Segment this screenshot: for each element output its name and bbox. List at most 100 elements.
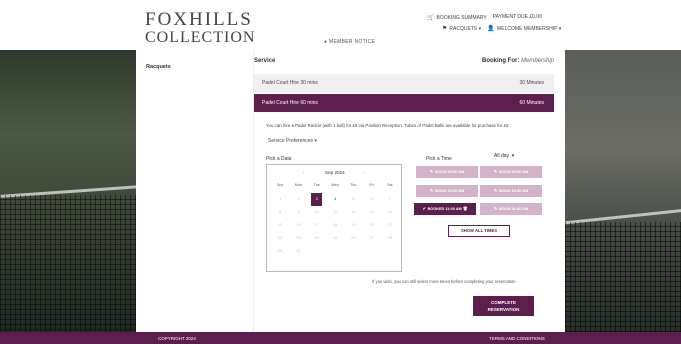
member-notice-link[interactable]: ● MEMBER NOTICE (324, 39, 375, 45)
background-left-image (0, 50, 136, 332)
more-times-hint: If you wish, you can still select more t… (372, 279, 516, 284)
payment-due: PAYMENT DUE £0.00 (492, 14, 542, 20)
day-grid: 1 2 3 4 5 6 7 8 9 10 11 12 13 14 15 16 17 18 19 20 21 22 23 24 2… (271, 193, 399, 258)
calendar-day: 8 (279, 209, 282, 214)
pick-date-label: Pick a Date (266, 156, 292, 162)
weekday-label: Thu (350, 183, 357, 187)
time-slot[interactable]: ✎ BOOK 01:00 PM (480, 203, 542, 215)
sidebar: Racquets (136, 50, 253, 332)
time-filter-value: All day (494, 153, 510, 159)
calendar-day: 28 (387, 235, 393, 240)
caret-down-icon: ▾ (478, 26, 482, 32)
weekday-label: Sat (387, 183, 393, 187)
sidebar-title: Racquets (146, 64, 171, 70)
calendar-day: 22 (277, 235, 283, 240)
foxhills-logo[interactable]: FOXHILLS COLLECTION (145, 10, 255, 46)
service-header: Service Booking For: Membership (254, 56, 554, 70)
calendar-day: 5 (352, 196, 355, 201)
weekday-label: Fri (369, 183, 374, 187)
calendar-day: 29 (277, 248, 283, 253)
service-option-60[interactable]: Padel Court Hire 60 mins 60 Minutes (254, 94, 554, 112)
pencil-icon: ✎ (429, 170, 434, 174)
next-month-button[interactable]: › (363, 170, 365, 175)
user-icon: 👤 (487, 26, 495, 32)
caret-down-icon: ▾ (558, 26, 562, 32)
booking-summary-link[interactable]: 🛒 BOOKING SUMMARY (427, 14, 487, 21)
calendar-day: 16 (296, 222, 301, 227)
show-all-times-button[interactable]: SHOW ALL TIMES (448, 225, 510, 237)
site-footer: COPYRIGHT 2024 TERMS AND CONDITIONS (0, 332, 681, 344)
time-slot[interactable]: ✎ BOOK 09:00 AM (416, 166, 478, 178)
service-duration: 30 Minutes (519, 80, 544, 86)
calendar-day: 25 (332, 235, 338, 240)
racquets-menu[interactable]: ⚑ RACQUETS ▾ (442, 25, 481, 32)
weekday-label: Tue (313, 183, 320, 187)
pencil-icon: ✎ (429, 189, 434, 193)
service-duration: 60 Minutes (519, 100, 544, 106)
calendar-day: 27 (369, 235, 374, 240)
booking-summary-label: BOOKING SUMMARY (436, 15, 487, 21)
check-icon: ✔ (422, 207, 426, 211)
service-heading: Service (254, 58, 276, 64)
calendar-day: 21 (387, 222, 393, 227)
weekday-label: Mon (294, 183, 302, 187)
calendar-day: 26 (351, 235, 356, 240)
slot-label: BOOK 09:00 AM (435, 170, 465, 174)
booking-for: Booking For: Membership (482, 58, 554, 64)
time-filter-select[interactable]: All day ▾ (494, 153, 514, 159)
racquets-label: RACQUETS (449, 26, 478, 32)
calendar-day: 11 (332, 209, 338, 214)
net-mesh (565, 222, 681, 332)
calendar-day: 12 (351, 209, 356, 214)
complete-reservation-button[interactable]: COMPLETE RESERVATION (473, 296, 534, 316)
service-option-30[interactable]: Padel Court Hire 30 mins 30 Minutes (254, 74, 554, 92)
trash-icon[interactable]: 🗑 (463, 207, 468, 211)
calendar-day[interactable]: 3 (311, 193, 323, 206)
calendar-day: 30 (296, 248, 301, 253)
prev-month-button[interactable]: ‹ (303, 170, 305, 175)
time-slot-booked[interactable]: ✔ BOOKED 11:00 AM 🗑 (414, 203, 476, 215)
time-slot[interactable]: ✎ BOOK 09:30 AM (480, 166, 542, 178)
calendar-day: 15 (277, 222, 283, 227)
slot-label: BOOK 10:30 AM (499, 189, 529, 193)
calendar-day[interactable]: 4 (326, 193, 344, 206)
calendar-day: 19 (351, 222, 356, 227)
weekday-row: Sun Mon Tue Wed Thu Fri Sat (271, 183, 399, 187)
calendar-day: 7 (388, 196, 392, 201)
welcome-label: WELCOME MEMBERSHIP (496, 26, 558, 32)
info-icon: ● (324, 39, 328, 45)
racquet-icon: ⚑ (442, 26, 448, 32)
top-nav: 🛒 BOOKING SUMMARY PAYMENT DUE £0.00 ⚑ RACQ… (427, 14, 561, 36)
booking-panel: Service Booking For: Membership Padel Co… (253, 50, 554, 332)
slot-label: BOOK 01:00 PM (499, 207, 529, 211)
slot-label: BOOKED 11:00 AM (427, 207, 462, 211)
weekday-label: Wed (331, 183, 339, 187)
logo-line-1: FOXHILLS (145, 9, 253, 30)
welcome-menu[interactable]: 👤 WELCOME MEMBERSHIP ▾ (487, 25, 561, 32)
booking-for-value: Membership (520, 58, 554, 64)
preferences-label: Service Preferences (268, 138, 314, 144)
pencil-icon: ✎ (493, 189, 498, 193)
pencil-icon: ✎ (493, 207, 498, 211)
service-preferences-toggle[interactable]: Service Preferences ▾ (268, 138, 317, 144)
logo-line-2: COLLECTION (145, 29, 256, 46)
chevron-down-icon: ▾ (511, 153, 515, 159)
calendar-day: 13 (369, 209, 374, 214)
cart-icon: 🛒 (427, 15, 435, 21)
calendar-header: ‹ Sep 2024 › (267, 169, 401, 179)
terms-link[interactable]: TERMS AND CONDITIONS (489, 336, 545, 341)
weekday-label: Sun (276, 183, 284, 187)
service-name: Padel Court Hire 60 mins (262, 100, 318, 106)
time-slot[interactable]: ✎ BOOK 10:00 AM (416, 185, 478, 197)
calendar-day: 10 (314, 209, 319, 214)
complete-label-2: RESERVATION (487, 307, 520, 312)
net-mesh (0, 195, 136, 332)
calendar-day: 9 (297, 209, 300, 214)
slot-label: BOOK 09:30 AM (499, 170, 529, 174)
member-notice-label: MEMBER NOTICE (329, 39, 376, 45)
calendar-day: 24 (314, 235, 319, 240)
calendar-day: 1 (279, 196, 282, 201)
time-slot[interactable]: ✎ BOOK 10:30 AM (480, 185, 542, 197)
calendar-day: 18 (332, 222, 338, 227)
calendar-day: 23 (296, 235, 301, 240)
